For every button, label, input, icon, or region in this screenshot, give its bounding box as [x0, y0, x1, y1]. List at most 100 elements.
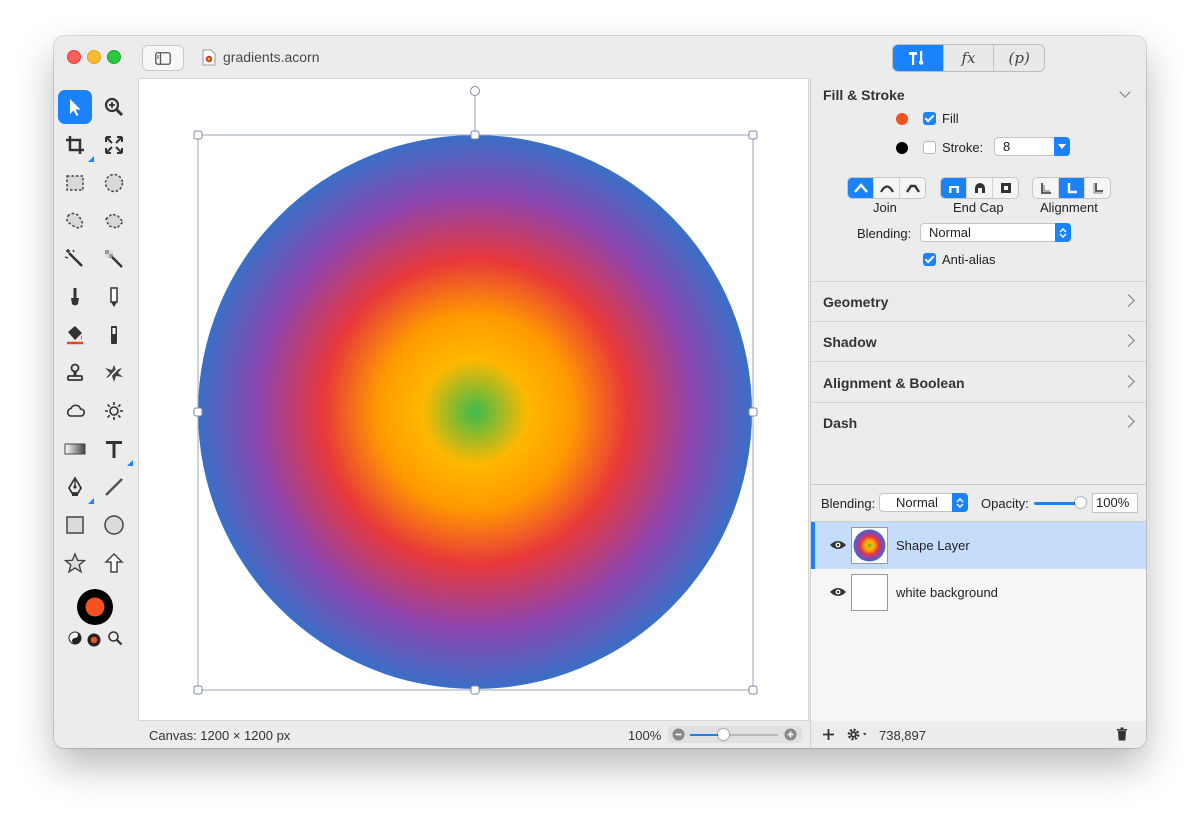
loupe-button[interactable] [107, 630, 123, 646]
endcap-square-button[interactable] [992, 178, 1018, 198]
blur-tool[interactable] [58, 394, 92, 428]
color-wand-tool[interactable] [97, 242, 131, 276]
zoom-out-icon[interactable] [672, 728, 685, 741]
opacity-field[interactable]: 100% [1092, 493, 1138, 513]
reset-colors-button[interactable] [87, 633, 101, 647]
rect-select-tool[interactable] [58, 166, 92, 200]
swap-colors-button[interactable] [68, 631, 82, 645]
layer-blending-label: Blending: [821, 496, 876, 511]
zoom-slider-knob[interactable] [717, 729, 729, 740]
section-shadow[interactable]: Shadow [823, 334, 877, 350]
opacity-slider-knob[interactable] [1075, 497, 1086, 508]
pen-tool[interactable] [58, 470, 94, 504]
fill-checkbox[interactable] [923, 112, 936, 125]
resize-handle-bottom-right[interactable] [748, 685, 758, 695]
zoom-tool[interactable] [97, 90, 131, 124]
stroke-color-swatch[interactable] [896, 142, 908, 154]
chevron-right-icon[interactable] [1122, 334, 1135, 347]
cloud-icon [67, 404, 86, 417]
eye-icon[interactable] [829, 586, 847, 598]
stroke-width-dropdown-button[interactable] [1054, 137, 1070, 156]
fill-stroke-title[interactable]: Fill & Stroke [823, 87, 905, 103]
endcap-segmented-control [940, 177, 1019, 199]
rectangle-tool[interactable] [58, 508, 92, 542]
transform-tool[interactable] [97, 128, 131, 162]
magic-wand-tool[interactable] [58, 242, 92, 276]
trash-icon[interactable] [1116, 727, 1128, 741]
resize-handle-top[interactable] [470, 130, 480, 140]
lasso-tool[interactable] [58, 204, 92, 238]
blending-mode-popup[interactable]: Normal [920, 223, 1071, 242]
join-miter-button[interactable] [848, 178, 873, 198]
zoom-window-button[interactable] [107, 50, 121, 64]
loupe-icon [108, 631, 123, 646]
tab-tools-inspector[interactable] [893, 45, 943, 71]
fill-color-swatch[interactable] [896, 113, 908, 125]
add-layer-icon[interactable] [822, 728, 835, 741]
section-alignment-boolean[interactable]: Alignment & Boolean [823, 375, 965, 391]
gradient-tool[interactable] [58, 432, 92, 466]
pencil-tool[interactable] [97, 280, 131, 314]
layer-blending-stepper[interactable] [952, 493, 968, 512]
chevron-right-icon[interactable] [1122, 294, 1135, 307]
blending-mode-stepper[interactable] [1055, 223, 1071, 242]
polygon-lasso-tool[interactable] [97, 204, 131, 238]
minimize-window-button[interactable] [87, 50, 101, 64]
stroke-width-combo[interactable]: 8 [994, 137, 1070, 156]
endcap-round-button[interactable] [966, 178, 992, 198]
join-round-button[interactable] [873, 178, 899, 198]
layer-thumbnail-background [851, 574, 888, 611]
stroke-align-center-button[interactable] [1058, 178, 1084, 198]
join-bevel-button[interactable] [899, 178, 925, 198]
join-label: Join [873, 200, 897, 215]
window-title: gradients.acorn [223, 49, 320, 65]
text-tool[interactable] [97, 432, 133, 466]
resize-handle-top-right[interactable] [748, 130, 758, 140]
stroke-align-outside-button[interactable] [1084, 178, 1110, 198]
select-tool[interactable] [58, 90, 92, 124]
antialias-checkbox[interactable] [923, 253, 936, 266]
canvas-view[interactable] [138, 78, 809, 721]
gear-icon[interactable] [846, 727, 870, 742]
smudge-tool[interactable] [97, 356, 131, 390]
chevron-down-icon[interactable] [1119, 86, 1131, 98]
star-tool[interactable] [58, 546, 92, 580]
line-tool[interactable] [97, 470, 131, 504]
layer-blending-popup[interactable]: Normal [879, 493, 968, 512]
layer-row-shape[interactable]: Shape Layer [811, 522, 1146, 569]
layer-row-background[interactable]: white background [811, 569, 1146, 616]
paint-bucket-tool[interactable] [58, 318, 92, 352]
sidebar-toggle-button[interactable] [142, 45, 184, 71]
arrow-shape-tool[interactable] [97, 546, 131, 580]
dodge-burn-tool[interactable] [97, 394, 131, 428]
stroke-align-inside-button[interactable] [1033, 178, 1058, 198]
ellipse-select-tool[interactable] [97, 166, 131, 200]
oval-tool[interactable] [97, 508, 131, 542]
submenu-indicator [127, 460, 133, 466]
chevron-right-icon[interactable] [1122, 415, 1135, 428]
eraser-tool[interactable] [97, 318, 131, 352]
resize-handle-left[interactable] [193, 407, 203, 417]
color-well[interactable] [76, 588, 114, 626]
crop-tool[interactable] [58, 128, 94, 162]
tab-effects[interactable]: fx [942, 45, 994, 71]
zoom-in-icon[interactable] [784, 728, 797, 741]
endcap-butt-button[interactable] [941, 178, 966, 198]
clone-stamp-tool[interactable] [58, 356, 92, 390]
section-dash[interactable]: Dash [823, 415, 857, 431]
resize-handle-top-left[interactable] [193, 130, 203, 140]
brush-tool[interactable] [58, 280, 92, 314]
resize-handle-bottom[interactable] [470, 685, 480, 695]
close-window-button[interactable] [67, 50, 81, 64]
resize-handle-right[interactable] [748, 407, 758, 417]
rotation-handle[interactable] [470, 86, 480, 96]
layers-list: Shape Layer white background [811, 522, 1146, 721]
resize-handle-bottom-left[interactable] [193, 685, 203, 695]
chevron-right-icon[interactable] [1122, 375, 1135, 388]
section-geometry[interactable]: Geometry [823, 294, 888, 310]
eye-icon[interactable] [829, 539, 847, 551]
layer-name: Shape Layer [896, 538, 970, 553]
tab-properties[interactable]: (p) [993, 45, 1044, 71]
stroke-checkbox[interactable] [923, 141, 936, 154]
gradient-circle-shape[interactable] [198, 135, 752, 689]
